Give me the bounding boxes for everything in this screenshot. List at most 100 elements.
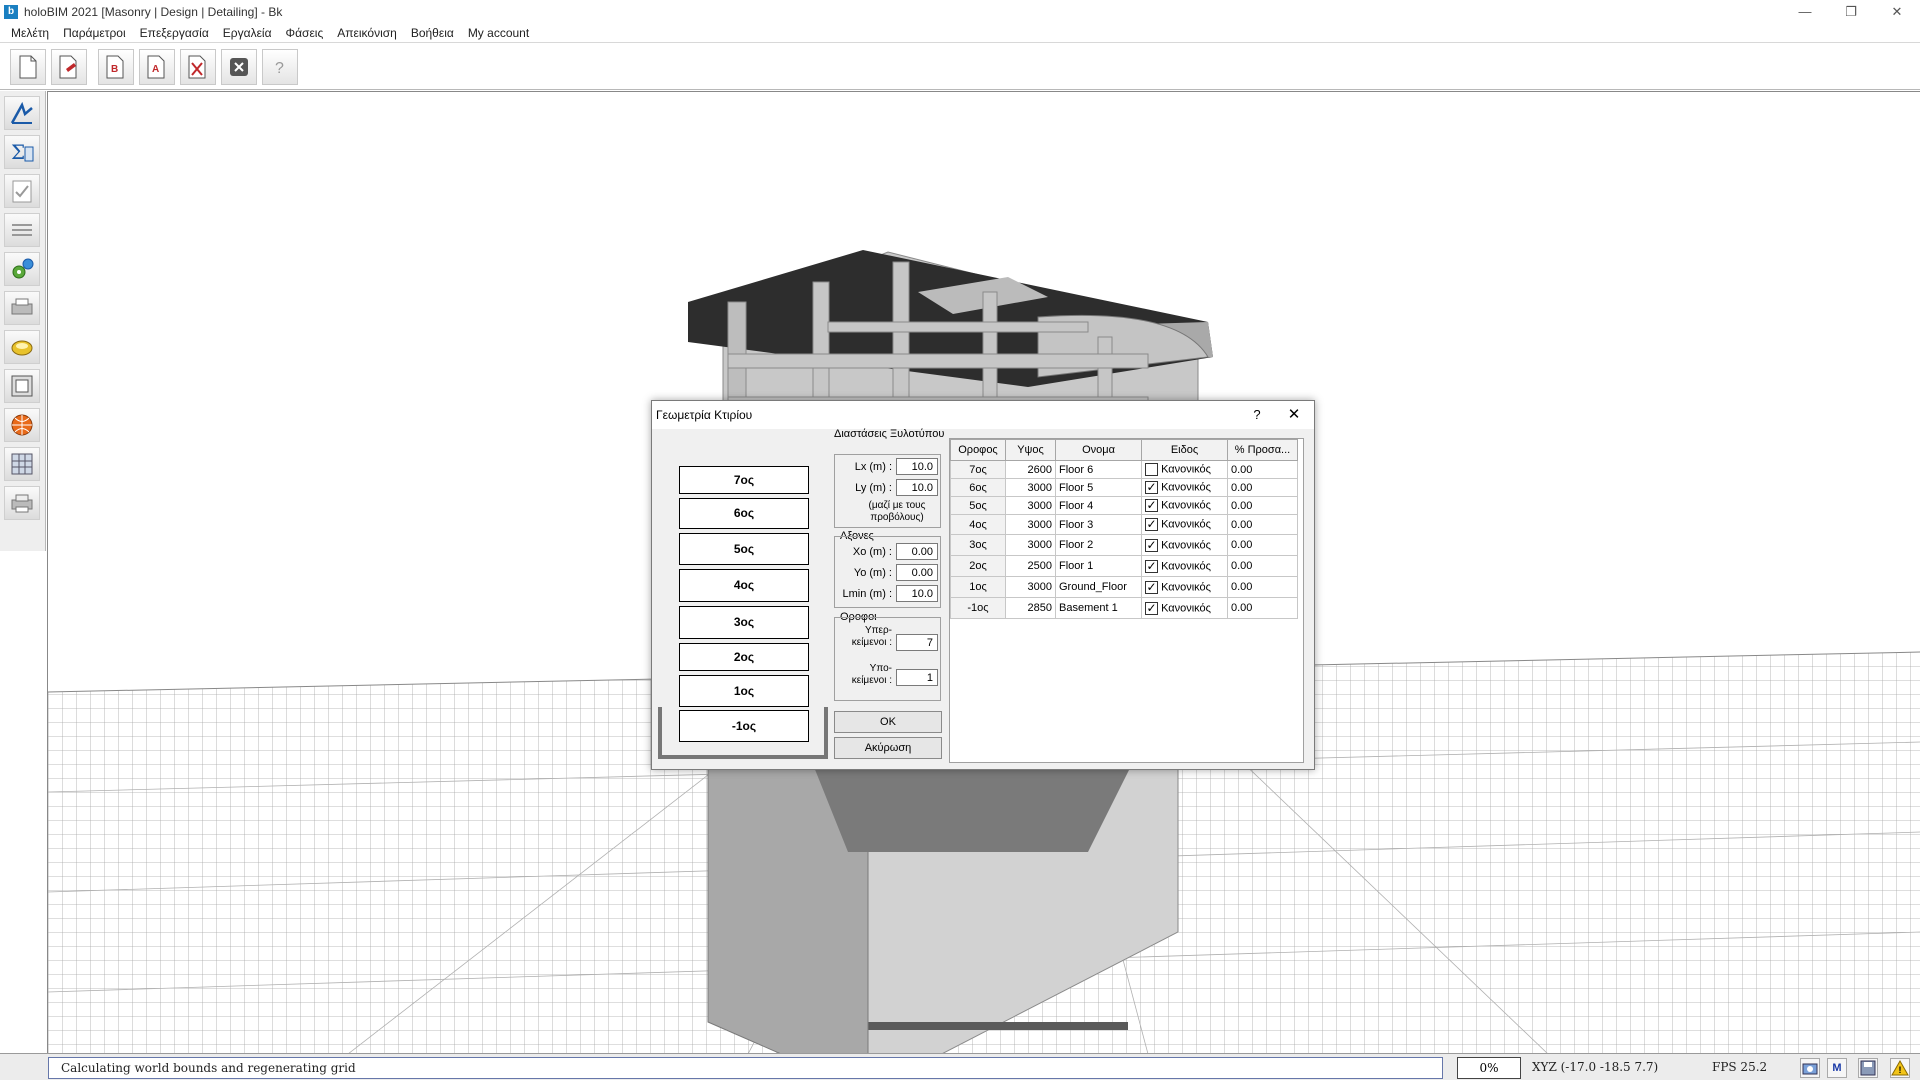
menu-voitheia[interactable]: Βοήθεια	[404, 26, 461, 40]
camera-status-button[interactable]	[1800, 1058, 1820, 1078]
printer-tool-button[interactable]	[4, 291, 40, 325]
stack-floor-1[interactable]: 1ος	[679, 675, 809, 707]
col-header-floor[interactable]: Οροφος	[950, 439, 1006, 461]
new-file-button[interactable]	[10, 48, 46, 85]
stack-floor-4[interactable]: 4ος	[679, 569, 809, 602]
cell-floor[interactable]: 1ος	[950, 576, 1006, 598]
menu-parametroi[interactable]: Παράμετροι	[56, 26, 133, 40]
cell-name[interactable]: Floor 4	[1055, 496, 1142, 515]
coin-tool-button[interactable]	[4, 330, 40, 364]
row-checkbox[interactable]: ✓	[1145, 538, 1158, 552]
sum-tool-button[interactable]: Σ	[4, 135, 40, 169]
row-checkbox[interactable]: ✓	[1145, 518, 1158, 531]
cell-floor[interactable]: 5ος	[950, 496, 1006, 515]
cell-type[interactable]: ✓ Κανονικός	[1141, 496, 1228, 515]
cell-type[interactable]: ✓ Κανονικός	[1141, 555, 1228, 577]
stack-floor-3[interactable]: 3ος	[679, 606, 809, 639]
delete-file-button[interactable]	[180, 48, 216, 85]
save-status-button[interactable]	[1858, 1058, 1878, 1078]
cell-height[interactable]: 3000	[1005, 496, 1056, 515]
menu-epexergasia[interactable]: Επεξεργασία	[133, 26, 216, 40]
table-row[interactable]: 7ος 2600 Floor 6 Κανονικός 0.00	[950, 460, 1298, 479]
cell-height[interactable]: 2850	[1005, 597, 1056, 619]
grid-tool-button[interactable]	[4, 447, 40, 481]
cell-percent[interactable]: 0.00	[1227, 460, 1298, 479]
cell-percent[interactable]: 0.00	[1227, 478, 1298, 497]
stack-floor-5[interactable]: 5ος	[679, 533, 809, 565]
settings-tool-button[interactable]	[4, 252, 40, 286]
cell-percent[interactable]: 0.00	[1227, 576, 1298, 598]
design-tool-button[interactable]	[4, 96, 40, 130]
cell-height[interactable]: 3000	[1005, 576, 1056, 598]
globe-tool-button[interactable]	[4, 408, 40, 442]
dialog-help-button[interactable]: ?	[1247, 405, 1267, 425]
frame-tool-button[interactable]	[4, 369, 40, 403]
col-header-percent[interactable]: % Προσα...	[1227, 439, 1298, 461]
row-checkbox[interactable]: ✓	[1145, 580, 1158, 594]
ly-input[interactable]	[896, 479, 938, 496]
printer2-tool-button[interactable]	[4, 486, 40, 520]
cell-height[interactable]: 2500	[1005, 555, 1056, 577]
menu-my-account[interactable]: My account	[461, 26, 536, 40]
close-window-button[interactable]: ✕	[1874, 0, 1920, 23]
cell-type[interactable]: ✓ Κανονικός	[1141, 514, 1228, 535]
cell-floor[interactable]: 3ος	[950, 534, 1006, 556]
col-header-height[interactable]: Υψος	[1005, 439, 1056, 461]
warning-status-button[interactable]: !	[1890, 1058, 1910, 1078]
cell-percent[interactable]: 0.00	[1227, 555, 1298, 577]
minimize-button[interactable]: —	[1782, 0, 1828, 23]
dialog-close-button[interactable]: ✕	[1282, 405, 1306, 425]
table-row[interactable]: -1ος 2850 Basement 1 ✓ Κανονικός 0.00	[950, 597, 1298, 619]
xo-input[interactable]	[896, 543, 938, 560]
cell-floor[interactable]: 2ος	[950, 555, 1006, 577]
cell-floor[interactable]: 7ος	[950, 460, 1006, 479]
table-row[interactable]: 4ος 3000 Floor 3 ✓ Κανονικός 0.00	[950, 514, 1298, 535]
stack-floor-minus1[interactable]: -1ος	[679, 710, 809, 742]
table-row[interactable]: 3ος 3000 Floor 2 ✓ Κανονικός 0.00	[950, 534, 1298, 556]
menu-apeikonisi[interactable]: Απεικόνιση	[330, 26, 404, 40]
cell-name[interactable]: Floor 3	[1055, 514, 1142, 535]
col-header-name[interactable]: Ονομα	[1055, 439, 1142, 461]
export-b-button[interactable]: B	[98, 48, 134, 85]
menu-meleti[interactable]: Μελέτη	[4, 26, 56, 40]
cell-percent[interactable]: 0.00	[1227, 534, 1298, 556]
cell-type[interactable]: ✓ Κανονικός	[1141, 478, 1228, 497]
check-tool-button[interactable]	[4, 174, 40, 208]
cell-height[interactable]: 3000	[1005, 478, 1056, 497]
open-file-button[interactable]	[51, 48, 87, 85]
cell-name[interactable]: Basement 1	[1055, 597, 1142, 619]
cell-floor[interactable]: 6ος	[950, 478, 1006, 497]
cell-name[interactable]: Floor 5	[1055, 478, 1142, 497]
row-checkbox[interactable]: ✓	[1145, 601, 1158, 615]
stop-button[interactable]	[221, 48, 257, 85]
table-row[interactable]: 2ος 2500 Floor 1 ✓ Κανονικός 0.00	[950, 555, 1298, 577]
cell-percent[interactable]: 0.00	[1227, 496, 1298, 515]
cell-name[interactable]: Ground_Floor	[1055, 576, 1142, 598]
stack-floor-7[interactable]: 7ος	[679, 466, 809, 494]
cell-name[interactable]: Floor 2	[1055, 534, 1142, 556]
row-checkbox[interactable]	[1145, 463, 1158, 476]
cell-floor[interactable]: -1ος	[950, 597, 1006, 619]
above-floors-input[interactable]	[896, 634, 938, 651]
export-a-button[interactable]: A	[139, 48, 175, 85]
cell-height[interactable]: 3000	[1005, 534, 1056, 556]
cancel-button[interactable]: Ακύρωση	[834, 737, 942, 759]
m-status-button[interactable]: M	[1827, 1058, 1847, 1078]
table-row[interactable]: 6ος 3000 Floor 5 ✓ Κανονικός 0.00	[950, 478, 1298, 497]
cell-percent[interactable]: 0.00	[1227, 514, 1298, 535]
cell-height[interactable]: 3000	[1005, 514, 1056, 535]
cell-height[interactable]: 2600	[1005, 460, 1056, 479]
cell-name[interactable]: Floor 6	[1055, 460, 1142, 479]
table-row[interactable]: 5ος 3000 Floor 4 ✓ Κανονικός 0.00	[950, 496, 1298, 515]
cell-name[interactable]: Floor 1	[1055, 555, 1142, 577]
row-checkbox[interactable]: ✓	[1145, 499, 1158, 512]
table-row[interactable]: 1ος 3000 Ground_Floor ✓ Κανονικός 0.00	[950, 576, 1298, 598]
restore-button[interactable]: ❐	[1828, 0, 1874, 23]
menu-faseis[interactable]: Φάσεις	[279, 26, 331, 40]
cell-type[interactable]: Κανονικός	[1141, 460, 1228, 479]
yo-input[interactable]	[896, 564, 938, 581]
stack-floor-2[interactable]: 2ος	[679, 643, 809, 671]
stack-floor-6[interactable]: 6ος	[679, 498, 809, 529]
col-header-type[interactable]: Ειδος	[1141, 439, 1228, 461]
lmin-input[interactable]	[896, 585, 938, 602]
